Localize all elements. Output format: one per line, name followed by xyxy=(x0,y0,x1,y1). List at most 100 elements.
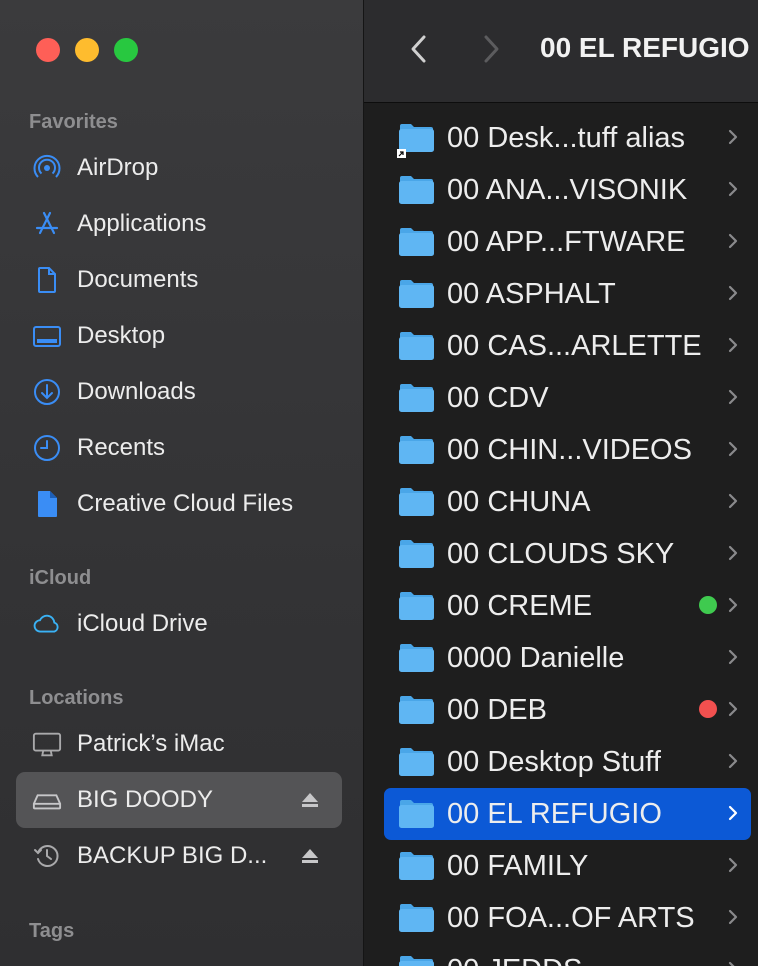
tag-dot-icon xyxy=(699,596,717,614)
chevron-right-icon xyxy=(727,700,739,718)
chevron-right-icon xyxy=(727,492,739,510)
chevron-right-icon xyxy=(727,960,739,966)
sidebar-item-label: Creative Cloud Files xyxy=(77,490,294,517)
file-name: 00 ANA...VISONIK xyxy=(447,174,688,206)
file-name: 00 APP...FTWARE xyxy=(447,226,686,258)
folder-icon xyxy=(398,173,435,205)
chevron-right-icon xyxy=(727,856,739,874)
toolbar: 00 EL REFUGIO xyxy=(364,0,758,103)
chevron-right-icon xyxy=(727,440,739,458)
folder-icon xyxy=(398,693,435,725)
chevron-right-icon xyxy=(727,128,739,146)
section-tags: Tags xyxy=(29,920,75,942)
sidebar-item-label: Downloads xyxy=(77,378,196,405)
alias-arrow-icon xyxy=(397,145,406,158)
list-item[interactable]: 00 Desktop Stuff xyxy=(384,736,751,788)
chevron-right-icon xyxy=(727,804,739,822)
list-item[interactable]: 00 CDV xyxy=(384,372,751,424)
sidebar-item-label: Recents xyxy=(77,434,166,461)
list-item[interactable]: 00 JEDDS xyxy=(384,944,751,966)
file-name: 00 Desktop Stuff xyxy=(447,746,661,778)
sidebar-item-label: AirDrop xyxy=(77,154,159,181)
forward-button[interactable] xyxy=(480,34,502,64)
column-pane: 00 EL REFUGIO 00 Desk...tuff alias 00 AN… xyxy=(364,0,758,966)
folder-icon xyxy=(398,329,435,361)
chevron-right-icon xyxy=(727,544,739,562)
chevron-right-icon xyxy=(727,388,739,406)
minimize-window-button[interactable] xyxy=(75,38,99,62)
list-item[interactable]: 00 APP...FTWARE xyxy=(384,216,751,268)
list-item[interactable]: 00 CLOUDS SKY xyxy=(384,528,751,580)
list-item[interactable]: 0000 Danielle xyxy=(384,632,751,684)
folder-icon xyxy=(398,953,435,966)
sidebar-item-airdrop[interactable]: AirDrop xyxy=(16,140,342,196)
close-window-button[interactable] xyxy=(36,38,60,62)
section-locations: Locations xyxy=(29,687,124,709)
folder-icon xyxy=(398,537,435,569)
back-button[interactable] xyxy=(408,34,430,64)
sidebar-item-label: BIG DOODY xyxy=(77,786,214,813)
sidebar-item-creative-cloud-files[interactable]: Creative Cloud Files xyxy=(16,476,342,532)
sidebar-item-label: Patrick’s iMac xyxy=(77,730,225,757)
eject-icon[interactable] xyxy=(300,846,320,866)
list-item[interactable]: 00 Desk...tuff alias xyxy=(384,112,751,164)
folder-icon xyxy=(398,849,435,881)
clock-icon xyxy=(32,433,62,463)
list-item[interactable]: 00 ASPHALT xyxy=(384,268,751,320)
file-name: 0000 Danielle xyxy=(447,642,625,674)
folder-icon xyxy=(398,641,435,673)
folder-icon xyxy=(398,485,435,517)
list-item[interactable]: 00 CAS...ARLETTE xyxy=(384,320,751,372)
file-icon xyxy=(32,489,62,519)
file-name: 00 DEB xyxy=(447,694,547,726)
chevron-right-icon xyxy=(727,336,739,354)
sidebar-item-big-doody[interactable]: BIG DOODY xyxy=(16,772,342,828)
file-name: 00 EL REFUGIO xyxy=(447,798,662,830)
sidebar-item-label: iCloud Drive xyxy=(77,610,208,637)
list-item[interactable]: 00 EL REFUGIO xyxy=(384,788,751,840)
download-icon xyxy=(32,377,62,407)
sidebar-item-backup-big-doody[interactable]: BACKUP BIG D... xyxy=(16,828,342,884)
file-name: 00 Desk...tuff alias xyxy=(447,122,686,154)
sidebar-item-applications[interactable]: Applications xyxy=(16,196,342,252)
section-favorites: Favorites xyxy=(29,111,118,133)
chevron-right-icon xyxy=(727,752,739,770)
sidebar-item-desktop[interactable]: Desktop xyxy=(16,308,342,364)
zoom-window-button[interactable] xyxy=(114,38,138,62)
window-controls xyxy=(36,38,138,62)
folder-icon xyxy=(398,225,435,257)
sidebar-item-documents[interactable]: Documents xyxy=(16,252,342,308)
list-item[interactable]: 00 DEB xyxy=(384,684,751,736)
list-item[interactable]: 00 CHIN...VIDEOS xyxy=(384,424,751,476)
list-item[interactable]: 00 ANA...VISONIK xyxy=(384,164,751,216)
file-name: 00 CHUNA xyxy=(447,486,591,518)
airdrop-icon xyxy=(32,153,62,183)
sidebar-item-label: Documents xyxy=(77,266,199,293)
window-title: 00 EL REFUGIO xyxy=(540,32,750,63)
sidebar-item-recents[interactable]: Recents xyxy=(16,420,342,476)
chevron-right-icon xyxy=(727,284,739,302)
eject-icon[interactable] xyxy=(300,790,320,810)
imac-icon xyxy=(32,729,62,759)
document-icon xyxy=(32,265,62,295)
tag-dot-icon xyxy=(699,700,717,718)
sidebar-item-patricks-imac[interactable]: Patrick’s iMac xyxy=(16,716,342,772)
file-name: 00 CAS...ARLETTE xyxy=(447,330,702,362)
list-item[interactable]: 00 FAMILY xyxy=(384,840,751,892)
list-item[interactable]: 00 CHUNA xyxy=(384,476,751,528)
file-name: 00 CHIN...VIDEOS xyxy=(447,434,692,466)
sidebar-item-downloads[interactable]: Downloads xyxy=(16,364,342,420)
sidebar: Favorites AirDrop Applications Documents… xyxy=(0,0,364,966)
chevron-right-icon xyxy=(727,232,739,250)
file-name: 00 FAMILY xyxy=(447,850,589,882)
file-name: 00 CREME xyxy=(447,590,593,622)
sidebar-item-icloud-drive[interactable]: iCloud Drive xyxy=(16,596,342,652)
folder-icon xyxy=(398,277,435,309)
finder-window: Favorites AirDrop Applications Documents… xyxy=(0,0,758,966)
list-item[interactable]: 00 FOA...OF ARTS xyxy=(384,892,751,944)
list-item[interactable]: 00 CREME xyxy=(384,580,751,632)
folder-icon xyxy=(398,745,435,777)
time-machine-icon xyxy=(32,841,62,871)
section-icloud: iCloud xyxy=(29,567,92,589)
sidebar-item-label: BACKUP BIG D... xyxy=(77,842,268,869)
